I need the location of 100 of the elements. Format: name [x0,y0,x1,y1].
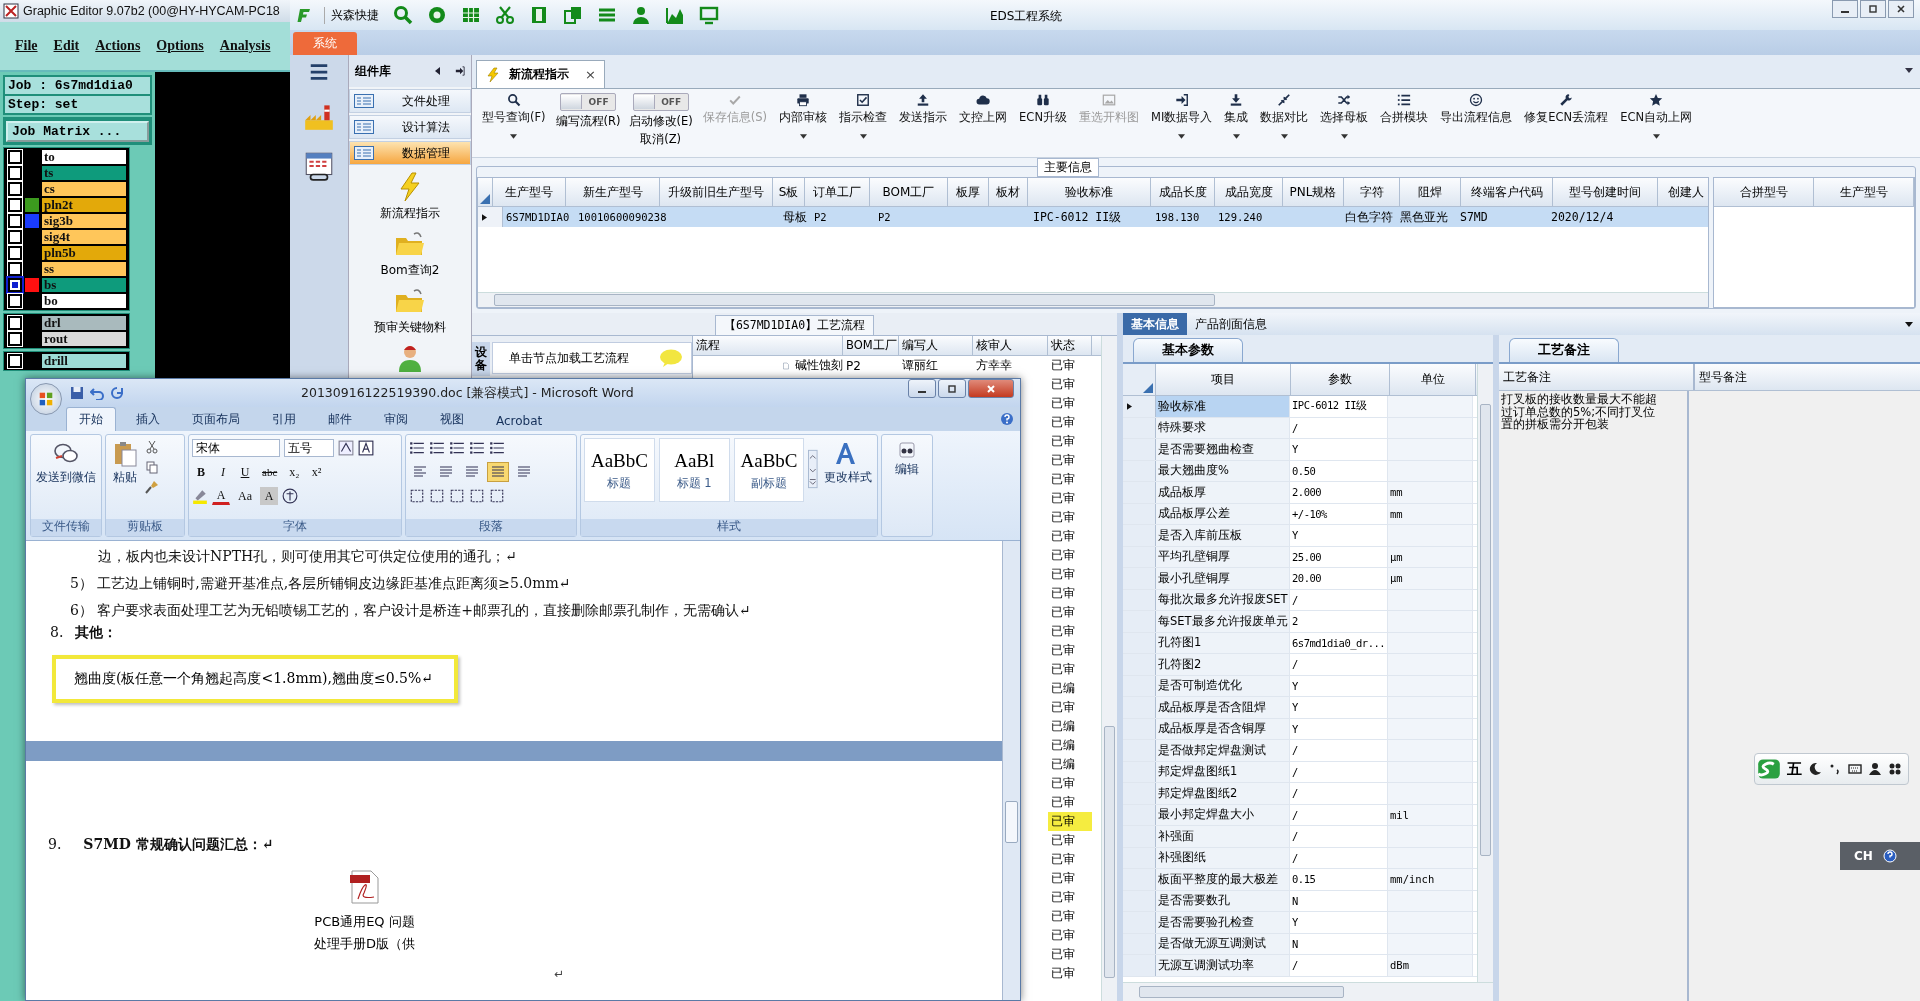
table-cell[interactable]: 已审 [1048,774,1092,793]
save-icon[interactable] [70,386,84,400]
layer-name[interactable]: sig3b [42,214,126,228]
toolbar-button[interactable]: 合拼模块 [1378,93,1431,153]
shortcut-label[interactable]: 新流程指示 [380,205,440,222]
table-row[interactable]: 6S7MD1DIA0 10010600090238 母板 P2 P2 IPC-6012 II级 198.130 129.240 白色字符 黑色亚光 S7MD 2020/12/4 [478,207,1708,227]
table-cell[interactable]: 已编 [1048,717,1092,736]
list-icon[interactable] [429,440,445,456]
table-cell[interactable]: 已审 [1048,394,1092,413]
table-cell[interactable]: 已审 [1048,508,1092,527]
toolbar-button[interactable]: MI数据导入 [1149,93,1215,153]
tab[interactable]: 工艺备注 [1509,338,1619,362]
input-mode[interactable]: 五 [1787,759,1802,779]
dropdown-arrow-icon[interactable] [1904,65,1914,75]
format-button[interactable]: Aa [234,487,256,505]
table-row[interactable]: 每SET最多允许报废单元 2 [1123,611,1477,633]
table-row[interactable]: 最小邦定焊盘大小 / mil [1123,804,1477,826]
component-category[interactable]: 设计算法 [349,115,471,139]
table-row[interactable]: 成品板厚公差 +/-10% mm [1123,503,1477,525]
toggle-label[interactable]: 取消(Z) [640,132,682,147]
format-button[interactable]: I [214,463,232,481]
ribbon-tab[interactable]: 审阅 [372,408,420,431]
redo-icon[interactable] [110,386,124,400]
table-cell[interactable]: 已审 [1048,527,1092,546]
style-tile[interactable]: AaBbC 标题 [584,438,655,502]
table-row[interactable]: 特殊要求 / [1123,417,1477,439]
column-header[interactable]: 板厚 [948,178,989,206]
undo-icon[interactable] [90,386,104,400]
menu-item[interactable]: Actions [95,38,141,54]
component-category[interactable]: 数据管理 [349,141,471,165]
layer-name[interactable]: bs [42,278,126,292]
column-header[interactable]: 编写人 [899,336,973,355]
horizontal-scrollbar[interactable] [478,292,1708,307]
table-cell[interactable]: 已审 [1048,375,1092,394]
column-header[interactable]: 生产型号 [1814,178,1914,206]
language-indicator[interactable]: CH [1854,849,1873,863]
table-cell[interactable]: 已审 [1048,869,1092,888]
table-cell[interactable]: 已审 [1048,432,1092,451]
tab[interactable]: 基本信息 [1123,313,1187,335]
column-header[interactable]: 单位 [1390,364,1476,395]
column-header[interactable]: PNL规格 [1283,178,1344,206]
tab[interactable]: 产品剖面信息 [1187,313,1275,335]
toolbar-button[interactable]: ECN升级 [1017,93,1069,153]
toolbar-button[interactable]: 选择母板 [1318,93,1371,153]
style-tile[interactable]: AaBl 标题 1 [658,438,730,502]
table-cell[interactable]: 已审 [1048,489,1092,508]
table-cell[interactable]: 已审 [1048,584,1092,603]
paste-button[interactable]: 粘贴 [109,438,141,487]
minimize-button[interactable] [1832,0,1858,18]
ribbon-tab[interactable]: 视图 [428,408,476,431]
column-header[interactable]: BOM工厂 [843,336,899,355]
table-cell[interactable]: 已审 [1048,850,1092,869]
table-row[interactable]: 每批次最多允许报废SET / [1123,589,1477,611]
table-row[interactable]: 平均孔壁铜厚 25.00 μm [1123,546,1477,568]
table-row[interactable]: 是否需要数孔 N [1123,890,1477,912]
column-header[interactable]: 项目 [1156,364,1291,395]
layer-checkbox[interactable] [8,294,22,308]
column-header[interactable]: 状态 [1048,336,1092,355]
table-cell[interactable]: 已审 [1048,641,1092,660]
column-header[interactable]: 终端客户代码 [1461,178,1553,206]
toggle-switch[interactable]: OFF [632,93,689,111]
person-icon[interactable] [1868,762,1882,776]
close-button[interactable] [1888,0,1914,18]
table-row[interactable]: 是否可制造优化 Y [1123,675,1477,697]
table-cell[interactable]: 已审 [1048,945,1092,964]
list-icon[interactable] [409,440,425,456]
layer-name[interactable]: sig4t [42,230,126,244]
area-chart-icon[interactable] [665,5,685,25]
table-row[interactable]: 补强图纸 / [1123,847,1477,869]
paragraph-tool-icon[interactable] [409,488,425,504]
toolbar-button[interactable]: 发送指示 [897,93,950,153]
toolbar-button[interactable]: 指示检查 [837,93,890,153]
copy-icon[interactable] [145,460,159,474]
table-row[interactable]: 是否做无源互调测试 N [1123,933,1477,955]
collapse-arrow-icon[interactable] [433,66,443,76]
table-row[interactable]: 是否需要翘曲检查 Y [1123,439,1477,461]
format-button[interactable]: A [212,487,230,505]
keyboard-icon[interactable] [1848,762,1862,776]
highlighter-icon[interactable] [192,488,208,504]
vertical-scrollbar[interactable] [1101,336,1117,1001]
layer-checkbox[interactable] [8,354,22,368]
help-icon[interactable] [1000,412,1014,426]
layer-checkbox[interactable] [8,278,22,292]
layer-checkbox[interactable] [8,150,22,164]
layer-name[interactable]: to [42,150,126,164]
menu-item[interactable]: Analysis [219,38,271,54]
list-icon[interactable] [489,440,505,456]
format-button[interactable]: B [192,463,210,481]
layer-checkbox[interactable] [8,332,22,346]
change-styles-button[interactable]: 更改样式 [822,438,874,487]
menu-item[interactable]: Options [156,38,204,54]
layer-checkbox[interactable] [8,198,22,212]
style-tile[interactable]: AaBbC 副标题 [733,438,805,502]
job-matrix-button[interactable]: Job Matrix ... [6,121,149,142]
column-header[interactable]: 升级前旧生产型号 [660,178,773,206]
ribbon-tab[interactable]: 邮件 [316,408,364,431]
column-header[interactable]: S板 [773,178,805,206]
column-header[interactable]: 参数 [1291,364,1390,395]
table-cell[interactable]: 已审 [1048,812,1092,831]
brush-icon[interactable] [145,480,159,494]
